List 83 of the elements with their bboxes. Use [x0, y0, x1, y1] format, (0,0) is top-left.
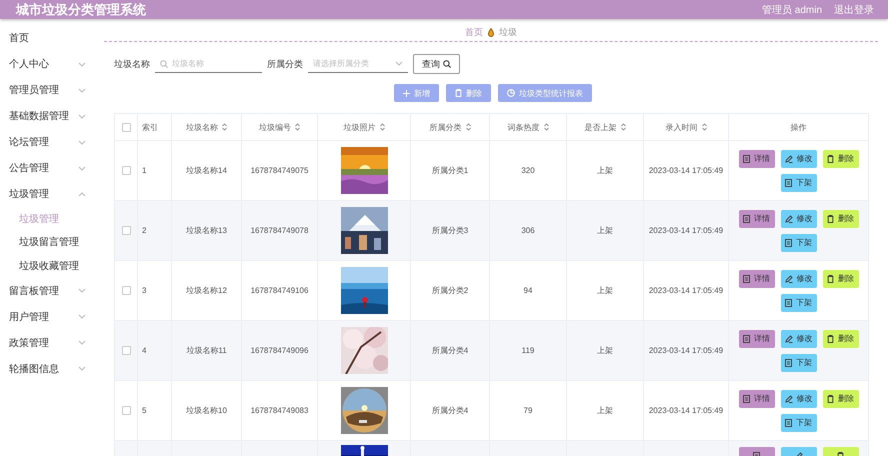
submenu-item[interactable]: 垃圾留言管理 [0, 230, 104, 254]
column-header: 操作 [728, 114, 868, 140]
table-cell: 306 [521, 226, 535, 235]
unshelve-button[interactable]: 下架 [780, 234, 816, 252]
delete-button[interactable]: 删除 [822, 150, 858, 168]
submenu-item[interactable]: 垃圾收藏管理 [0, 254, 104, 278]
search-button[interactable]: 查询 [413, 54, 460, 74]
edit-button[interactable]: 修改 [780, 270, 816, 288]
table-cell: 1678784749078 [250, 226, 308, 235]
table-cell: 1678784749106 [250, 286, 308, 295]
column-header[interactable]: 录入时间 [644, 114, 728, 140]
user-label: 管理员 admin [762, 4, 822, 16]
table-cell: 所属分类4 [432, 406, 468, 415]
table-cell: 上架 [597, 166, 613, 175]
breadcrumb-item: 垃圾 [499, 26, 517, 39]
table-cell: 2 [142, 226, 146, 235]
field-label: 垃圾名称 [114, 58, 150, 70]
table-cell: 119 [522, 346, 534, 355]
table-cell: 2023-03-14 17:05:49 [648, 226, 724, 235]
table-cell: 所属分类4 [432, 346, 468, 355]
column-header[interactable]: 垃圾照片 [318, 114, 410, 140]
table-cell: 1678784749096 [250, 346, 308, 355]
field-label: 所属分类 [267, 58, 303, 70]
sidebar-item[interactable]: 用户管理 [0, 304, 104, 330]
detail-button[interactable]: 详情 [738, 390, 774, 408]
sidebar-item[interactable]: 基础数据管理 [0, 103, 104, 129]
table-cell: 1678784749083 [250, 406, 308, 415]
edit-button[interactable]: 修改 [780, 390, 816, 408]
unshelve-button[interactable]: 下架 [780, 294, 816, 312]
sidebar-item[interactable]: 首页 [0, 25, 104, 51]
table-cell: 4 [142, 346, 146, 355]
column-header[interactable]: 所属分类 [410, 114, 490, 140]
table-cell: 上架 [597, 406, 613, 415]
table-cell: 所属分类2 [432, 286, 468, 295]
column-header[interactable]: 是否上架 [566, 114, 644, 140]
table-cell: 1678784749075 [250, 166, 308, 175]
column-header[interactable]: 词条热度 [490, 114, 566, 140]
unshelve-button[interactable]: 下架 [780, 354, 816, 372]
delete-button[interactable]: 删除 [822, 330, 858, 348]
sidebar-item[interactable]: 轮播图信息 [0, 356, 104, 382]
sidebar-item[interactable]: 个人中心 [0, 51, 104, 77]
table-cell: 1 [142, 166, 146, 175]
detail-button[interactable]: 详情 [738, 270, 774, 288]
table-cell: 所属分类1 [432, 166, 468, 175]
table-cell: 垃圾名称13 [186, 226, 227, 235]
edit-button[interactable]: 修改 [780, 330, 816, 348]
sidebar-item[interactable]: 论坛管理 [0, 129, 104, 155]
column-header: 索引 [138, 114, 172, 140]
column-header[interactable]: 垃圾名称 [172, 114, 242, 140]
unshelve-button[interactable]: 下架 [780, 414, 816, 432]
table-cell: 垃圾名称12 [186, 286, 227, 295]
table-cell: 上架 [597, 286, 613, 295]
table-cell: 所属分类3 [432, 226, 468, 235]
detail-button[interactable]: 详情 [738, 210, 774, 228]
table-cell: 垃圾名称10 [186, 406, 227, 415]
sidebar-item[interactable]: 政策管理 [0, 330, 104, 356]
sidebar-item[interactable]: 留言板管理 [0, 278, 104, 304]
sidebar-item[interactable]: 公告管理 [0, 155, 104, 181]
table-cell: 2023-03-14 17:05:49 [648, 166, 724, 175]
table-cell: 3 [142, 286, 146, 295]
table-cell: 320 [521, 166, 535, 175]
table-cell: 94 [524, 286, 532, 295]
table-cell: 2023-03-14 17:05:49 [648, 286, 724, 295]
edit-button[interactable]: 修改 [780, 150, 816, 168]
table-cell: 2023-03-14 17:05:49 [648, 346, 724, 355]
unshelve-button[interactable]: 下架 [780, 174, 816, 192]
table-cell: 79 [524, 406, 532, 415]
detail-button[interactable]: 详情 [738, 150, 774, 168]
table-cell: 垃圾名称14 [186, 166, 227, 175]
sidebar-item[interactable]: 垃圾管理 [0, 181, 104, 207]
sidebar-item[interactable]: 管理员管理 [0, 77, 104, 103]
detail-button[interactable]: 详情 [738, 330, 774, 348]
app-title: 城市垃圾分类管理系统 [16, 0, 146, 18]
table-cell: 上架 [597, 226, 613, 235]
delete-button[interactable]: 删除 [822, 270, 858, 288]
delete-button[interactable]: 删除 [822, 210, 858, 228]
table-cell: 2023-03-14 17:05:49 [648, 406, 724, 415]
edit-button[interactable]: 修改 [780, 210, 816, 228]
column-header[interactable]: 垃圾编号 [242, 114, 318, 140]
table-cell: 5 [142, 406, 146, 415]
delete-button[interactable]: 删除 [822, 390, 858, 408]
table-cell: 上架 [597, 346, 613, 355]
table-cell: 垃圾名称11 [186, 346, 227, 355]
